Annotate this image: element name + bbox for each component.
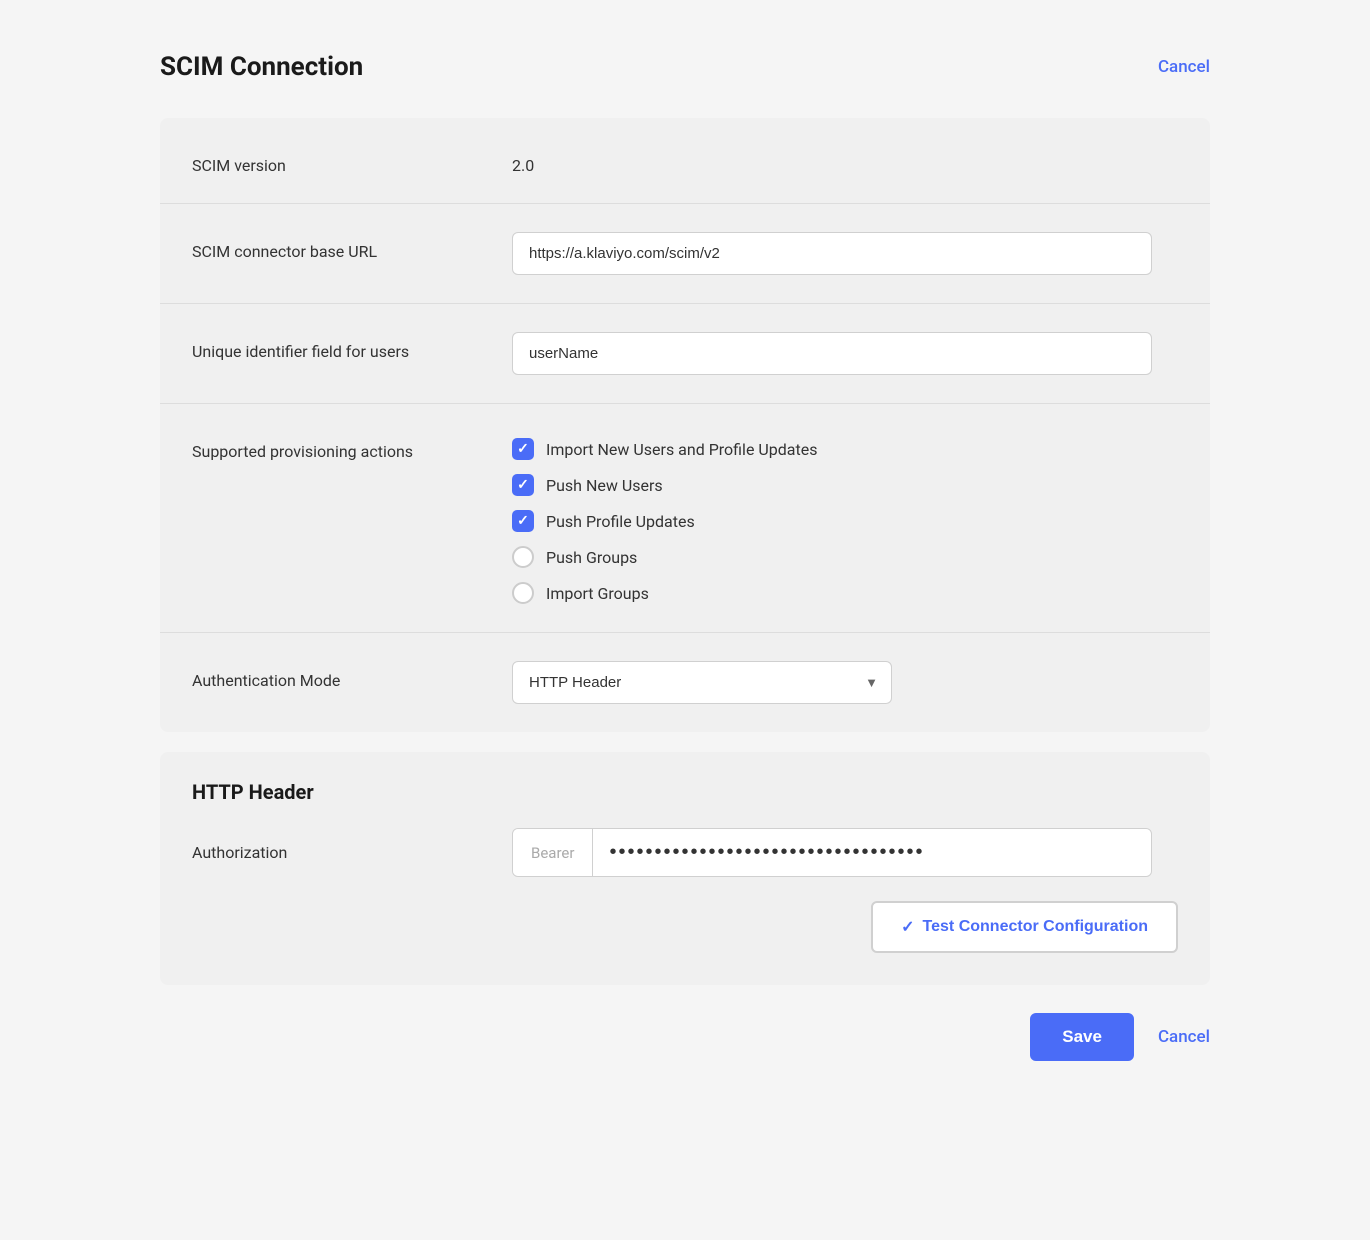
page-title: SCIM Connection (160, 52, 363, 82)
scim-version-value: 2.0 (512, 146, 534, 175)
provisioning-actions-row: Supported provisioning actions Import Ne… (160, 404, 1210, 633)
auth-input-group: Bearer (512, 828, 1152, 877)
scim-version-row: SCIM version 2.0 (160, 118, 1210, 204)
checkbox-checked-icon (512, 510, 534, 532)
bearer-prefix-label: Bearer (513, 829, 593, 876)
auth-mode-label: Authentication Mode (192, 661, 512, 690)
main-form-section: SCIM version 2.0 SCIM connector base URL… (160, 118, 1210, 732)
unique-identifier-input[interactable] (512, 332, 1152, 375)
unique-identifier-row: Unique identifier field for users (160, 304, 1210, 404)
auth-mode-row: Authentication Mode HTTP Header OAuth Be… (160, 633, 1210, 732)
test-check-icon: ✓ (901, 917, 914, 937)
footer-buttons: Save Cancel (160, 1013, 1210, 1061)
auth-mode-select[interactable]: HTTP Header OAuth Bearer Token Basic Aut… (512, 661, 892, 704)
provisioning-actions-label: Supported provisioning actions (192, 432, 512, 461)
scim-version-label: SCIM version (192, 146, 512, 175)
checkbox-push-new-users[interactable]: Push New Users (512, 474, 817, 496)
checkboxes-group: Import New Users and Profile Updates Pus… (512, 432, 817, 604)
scim-url-row: SCIM connector base URL (160, 204, 1210, 304)
checkbox-label-push-groups: Push Groups (546, 548, 637, 567)
checkbox-label-import-new-users: Import New Users and Profile Updates (546, 440, 817, 459)
unique-identifier-label: Unique identifier field for users (192, 332, 512, 361)
checkbox-checked-icon (512, 474, 534, 496)
checkbox-label-push-profile-updates: Push Profile Updates (546, 512, 695, 531)
checkbox-unchecked-icon (512, 582, 534, 604)
header-cancel-button[interactable]: Cancel (1158, 57, 1210, 77)
checkbox-push-groups[interactable]: Push Groups (512, 546, 817, 568)
authorization-label: Authorization (192, 843, 512, 862)
checkbox-unchecked-icon (512, 546, 534, 568)
auth-token-input[interactable] (593, 829, 1151, 876)
checkbox-import-new-users[interactable]: Import New Users and Profile Updates (512, 438, 817, 460)
page-container: SCIM Connection Cancel SCIM version 2.0 … (120, 20, 1250, 1101)
checkbox-checked-icon (512, 438, 534, 460)
test-button-row: ✓ Test Connector Configuration (192, 901, 1178, 953)
auth-mode-select-wrapper: HTTP Header OAuth Bearer Token Basic Aut… (512, 661, 892, 704)
http-header-section: HTTP Header Authorization Bearer ✓ Test … (160, 752, 1210, 985)
checkbox-label-import-groups: Import Groups (546, 584, 649, 603)
checkbox-import-groups[interactable]: Import Groups (512, 582, 817, 604)
scim-url-label: SCIM connector base URL (192, 232, 512, 261)
test-connector-button[interactable]: ✓ Test Connector Configuration (871, 901, 1178, 953)
page-header: SCIM Connection Cancel (160, 52, 1210, 82)
checkbox-push-profile-updates[interactable]: Push Profile Updates (512, 510, 817, 532)
http-header-title: HTTP Header (192, 780, 1178, 804)
authorization-row: Authorization Bearer (192, 828, 1178, 877)
footer-cancel-button[interactable]: Cancel (1158, 1027, 1210, 1047)
test-connector-label: Test Connector Configuration (923, 918, 1148, 936)
scim-url-input[interactable] (512, 232, 1152, 275)
checkbox-label-push-new-users: Push New Users (546, 476, 663, 495)
save-button[interactable]: Save (1030, 1013, 1134, 1061)
